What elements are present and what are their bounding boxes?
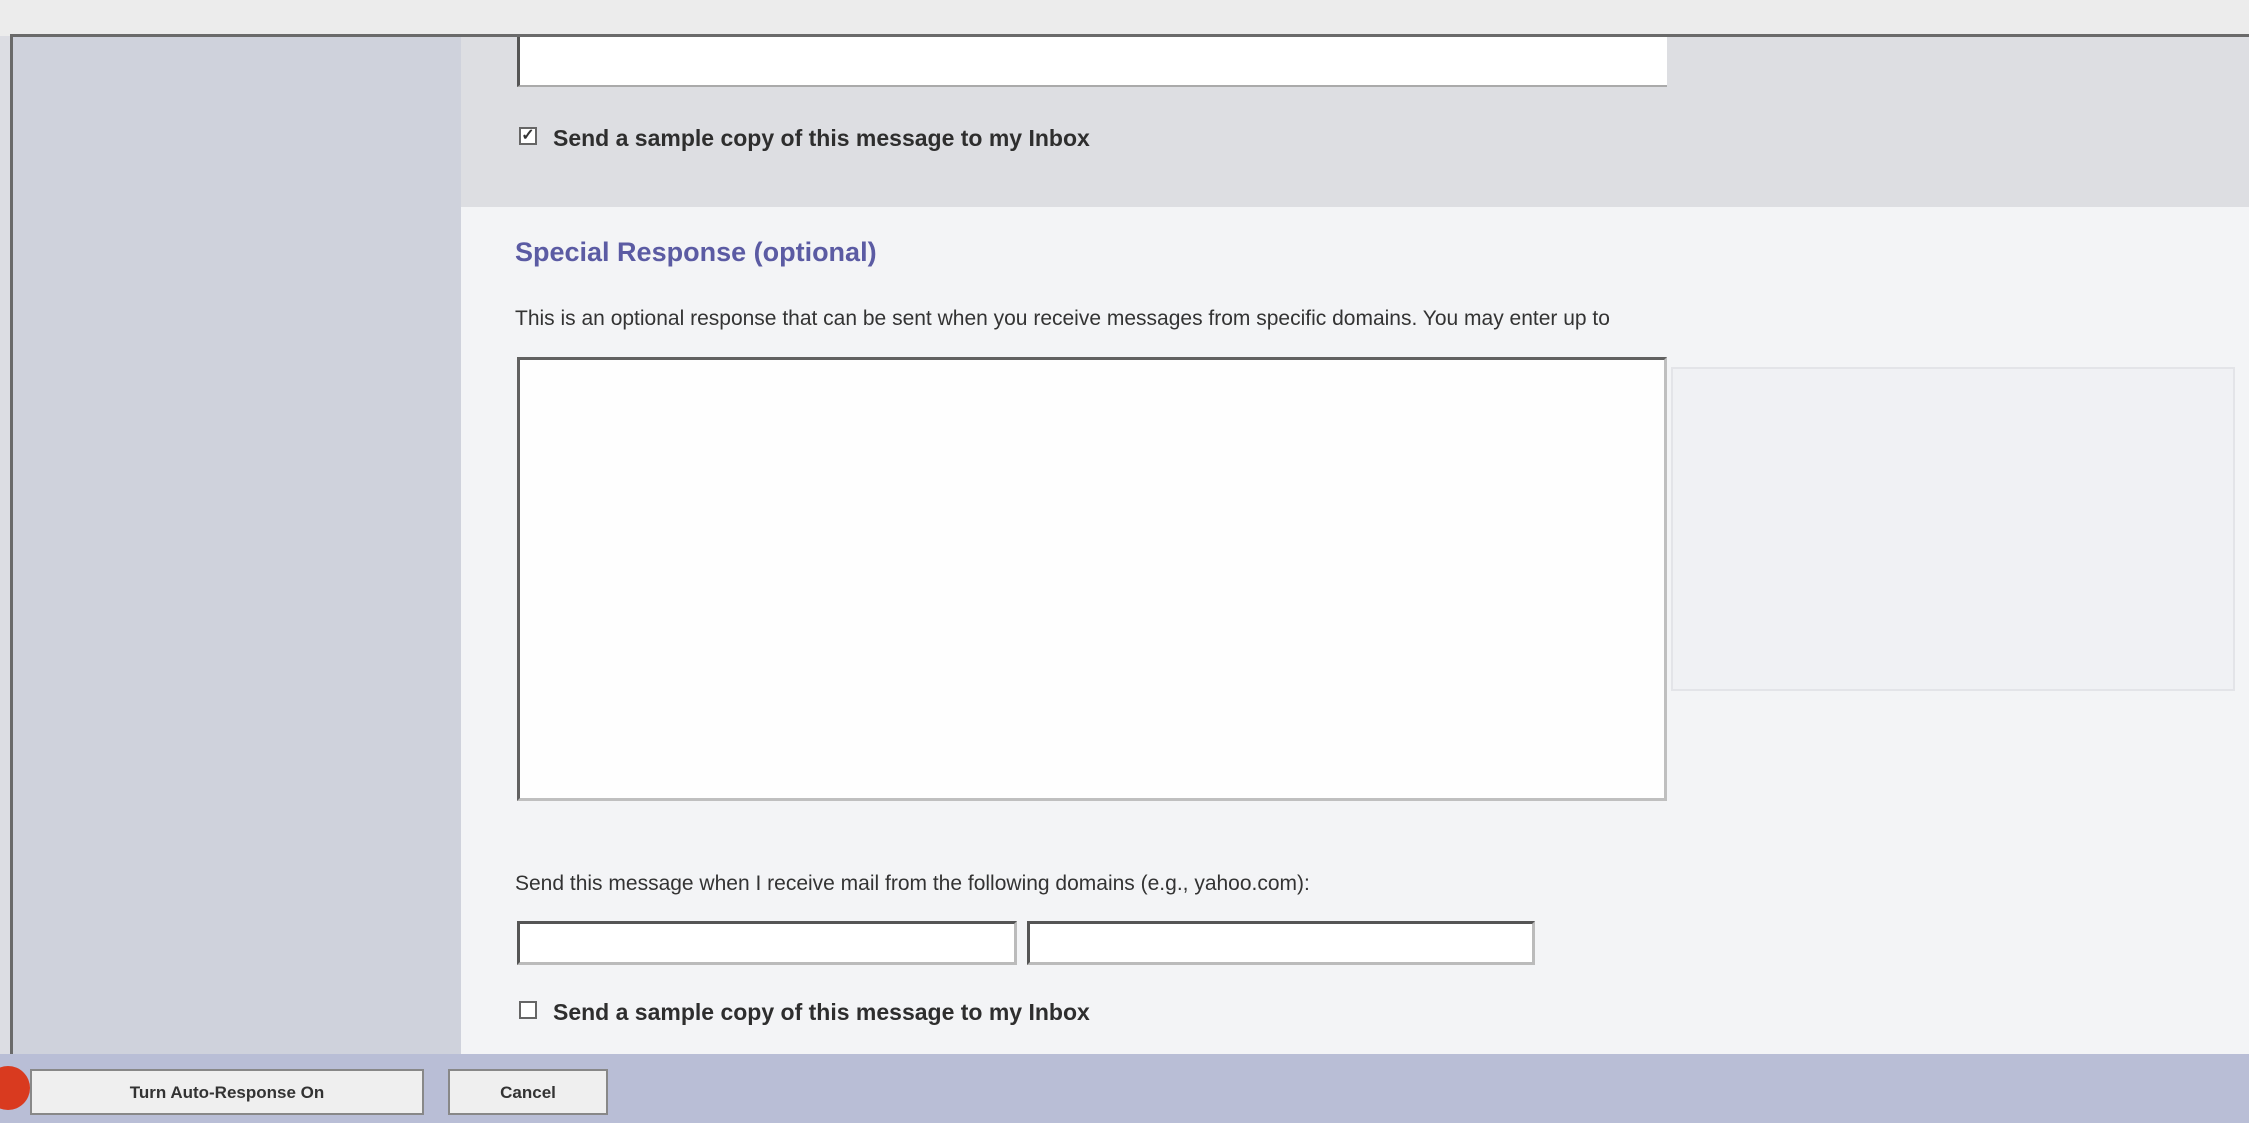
background-bleed-panel — [1671, 367, 2235, 691]
top-sample-copy-checkbox[interactable]: ✓ — [519, 127, 537, 145]
domain-input-1[interactable] — [517, 921, 1017, 965]
top-sample-copy-label: Send a sample copy of this message to my… — [553, 125, 1090, 151]
regular-response-section: ✓ Send a sample copy of this message to … — [461, 37, 2249, 207]
special-response-title: Special Response (optional) — [515, 237, 877, 267]
bottom-sample-copy-checkbox[interactable] — [519, 1001, 537, 1019]
special-response-textarea[interactable] — [517, 357, 1667, 801]
response-message-textarea[interactable] — [517, 37, 1667, 87]
special-response-description: This is an optional response that can be… — [515, 307, 1610, 330]
turn-auto-response-on-button[interactable]: Turn Auto-Response On — [30, 1069, 424, 1115]
window-top-area — [0, 0, 2249, 36]
bottom-sample-copy-label: Send a sample copy of this message to my… — [553, 999, 1090, 1025]
cancel-button[interactable]: Cancel — [448, 1069, 608, 1115]
window-border-left — [10, 34, 13, 1054]
domains-label: Send this message when I receive mail fr… — [515, 872, 1310, 895]
left-sidebar — [13, 37, 461, 1054]
auto-response-form: ✓ Send a sample copy of this message to … — [461, 37, 2249, 1054]
domain-input-2[interactable] — [1027, 921, 1535, 965]
